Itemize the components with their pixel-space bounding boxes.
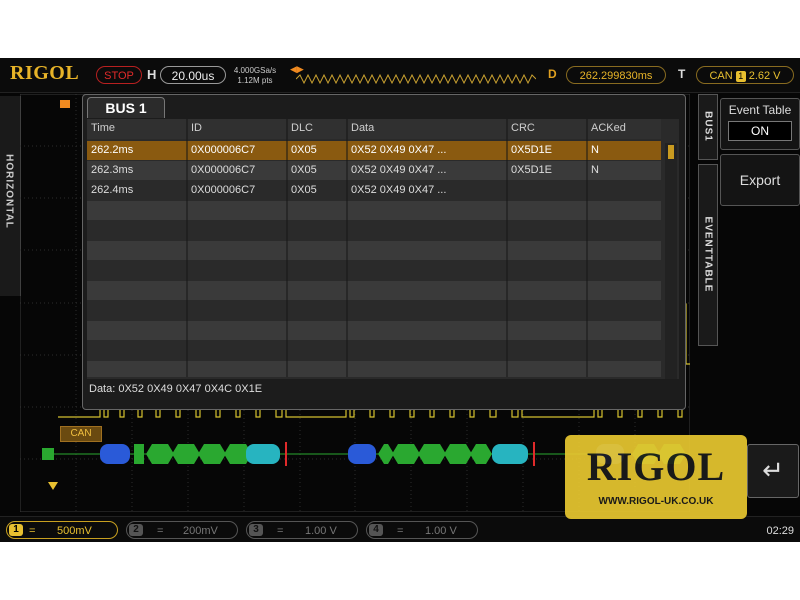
enter-return-icon[interactable]: ↵ (747, 444, 799, 498)
horizontal-menu-tab[interactable]: HORIZONTAL (0, 96, 21, 296)
channel-4-button[interactable]: 4 = 1.00 V (366, 521, 478, 539)
sample-rate: 4.000GSa/s (233, 66, 277, 75)
scrollbar-thumb[interactable] (668, 145, 674, 159)
horizontal-mark: H (147, 67, 157, 82)
system-clock: 02:29 (766, 525, 794, 537)
trigger-position-marker (60, 100, 70, 108)
memory-overview-bar (296, 73, 536, 85)
bus1-tab[interactable]: BUS1 (698, 94, 718, 160)
channel-2-button[interactable]: 2 = 200mV (126, 521, 238, 539)
bus-marker (42, 448, 54, 460)
can-frame-2 (348, 442, 535, 466)
bus-event-table-window: BUS 1 Time ID DLC Data CRC ACKed 262.2ms… (82, 94, 686, 410)
watermark-url: WWW.RIGOL-UK.CO.UK (598, 496, 714, 507)
run-stop-indicator[interactable]: STOP (96, 66, 142, 84)
trigger-level-icon: 1 (735, 70, 746, 82)
ch1-ground-marker (48, 482, 58, 490)
trigger-mark: T (678, 67, 686, 81)
channel-3-button[interactable]: 3 = 1.00 V (246, 521, 358, 539)
can-frame-1 (100, 442, 287, 466)
event-table-toggle[interactable]: Event Table ON (720, 98, 800, 150)
brand-logo: RIGOL (10, 62, 80, 84)
horizontal-tab-label: HORIZONTAL (3, 154, 15, 229)
timebase-display[interactable]: 20.00us (160, 66, 226, 84)
event-table-title: BUS 1 (87, 97, 165, 118)
table-scrollbar[interactable] (665, 143, 677, 379)
export-button[interactable]: Export (720, 154, 800, 206)
rigol-uk-watermark-logo: RIGOL WWW.RIGOL-UK.CO.UK (565, 435, 747, 519)
top-status-bar: RIGOL STOP H 20.00us 4.000GSa/s 1.12M pt… (0, 58, 800, 93)
horizontal-delay-display[interactable]: 262.299830ms (566, 66, 666, 84)
channel-status-bar: 1 = 500mV 2 = 200mV 3 = 1.00 V 4 = 1.00 … (0, 516, 800, 542)
event-table-label: Event Table (728, 103, 792, 117)
event-table: Time ID DLC Data CRC ACKed 262.2ms 0X000… (87, 119, 679, 379)
trigger-level: 2.62 V (748, 70, 781, 82)
eventtable-tab-label: EVENTTABLE (702, 216, 714, 293)
column-dividers (186, 119, 588, 377)
can-bus-label: CAN (60, 426, 102, 442)
watermark-brand: RIGOL (586, 444, 726, 489)
bus1-tab-label: BUS1 (702, 111, 714, 142)
selected-frame-data: Data: 0X52 0X49 0X47 0X4C 0X1E (89, 383, 263, 395)
eventtable-tab[interactable]: EVENTTABLE (698, 164, 718, 346)
event-table-value: ON (728, 121, 792, 141)
channel-1-button[interactable]: 1 = 500mV (6, 521, 118, 539)
delay-mark: D (548, 67, 557, 81)
memory-depth: 1.12M pts (237, 76, 273, 85)
acquisition-info: 4.000GSa/s 1.12M pts (232, 66, 278, 86)
